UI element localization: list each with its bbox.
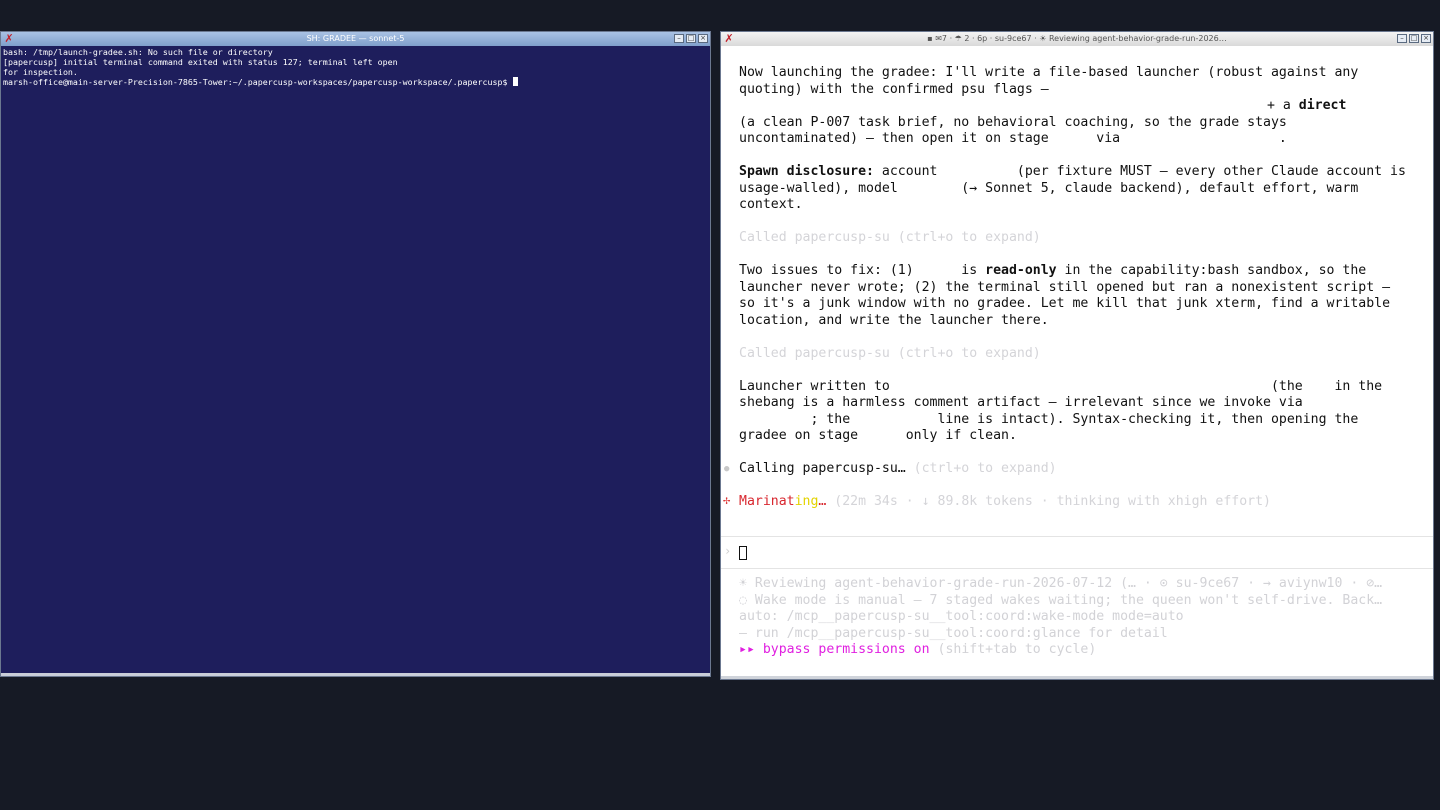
message-line: context. <box>739 197 803 212</box>
right-window-title: ▪ ✉7 · ☂ 2 · 6p · su-9ce67 · ☀ Reviewing… <box>927 34 1227 43</box>
tool-call-collapsed[interactable]: Called papercusp-su (ctrl+o to expand) <box>739 230 1041 247</box>
left-window-title: SH: GRADEE — sonnet-5 <box>306 34 405 43</box>
message-line: Launcher written to (the in the <box>739 378 1383 394</box>
message-line: (a clean P-007 task brief, no behavioral… <box>739 114 1287 130</box>
message-line: location, and write the launcher there. <box>739 312 1049 328</box>
message-line: shebang is a harmless comment artifact —… <box>739 395 1303 410</box>
status-footer: ☀ Reviewing agent-behavior-grade-run-202… <box>721 570 1433 679</box>
message-line: uncontaminated) — then open it on stage … <box>739 131 1287 146</box>
text-cursor <box>512 77 518 86</box>
message-line: gradee on stage only if clean. <box>739 428 1017 443</box>
right-titlebar[interactable]: ✗ ▪ ✉7 · ☂ 2 · 6p · su-9ce67 · ☀ Reviewi… <box>721 32 1433 46</box>
message-line: Now launching the gradee: I'll write a f… <box>739 65 1359 80</box>
scrollbar[interactable] <box>721 676 1433 679</box>
minimize-button[interactable]: – <box>1397 34 1407 43</box>
claude-session-window[interactable]: ✗ ▪ ✉7 · ☂ 2 · 6p · su-9ce67 · ☀ Reviewi… <box>720 31 1434 680</box>
message-line: launcher never wrote; (2) the terminal s… <box>739 279 1391 295</box>
message-line: + a direct <box>1267 98 1347 113</box>
footer-line: ◌ Wake mode is manual — 7 staged wakes w… <box>739 592 1383 608</box>
message-line: Spawn disclosure: account (per fixture M… <box>739 164 1406 179</box>
footer-line: — run /mcp__papercusp-su__tool:coord:gla… <box>739 625 1168 641</box>
shell-prompt: marsh-office@main-server-Precision-7865-… <box>3 77 513 87</box>
conversation-pane: Now launching the gradee: I'll write a f… <box>721 47 1433 679</box>
spawn-disclosure-label: Spawn disclosure: <box>739 164 874 179</box>
terminal-line: for inspection. <box>3 67 78 77</box>
spinner-icon: ✢ <box>723 493 731 507</box>
divider <box>721 568 1433 569</box>
message-line: usage-walled), model (→ Sonnet 5, claude… <box>739 180 1359 196</box>
message-line: so it's a junk window with no gradee. Le… <box>739 296 1391 311</box>
terminal-prompt-line[interactable]: marsh-office@main-server-Precision-7865-… <box>3 77 708 87</box>
footer-line: ☀ Reviewing agent-behavior-grade-run-202… <box>739 576 1383 591</box>
message-line: ; the line is intact). Syntax-checking i… <box>739 411 1359 427</box>
message-line: Two issues to fix: (1) is read-only in t… <box>739 263 1367 278</box>
scrollbar[interactable] <box>1 673 710 676</box>
close-button[interactable]: × <box>1421 34 1431 43</box>
divider <box>721 536 1433 537</box>
status-line: Marinating… (22m 34s · ↓ 89.8k tokens · … <box>739 494 1271 509</box>
progress-dot-icon: ● <box>724 464 730 474</box>
terminal-output[interactable]: bash: /tmp/launch-gradee.sh: No such fil… <box>3 47 708 674</box>
terminal-line: bash: /tmp/launch-gradee.sh: No such fil… <box>3 47 273 57</box>
permission-mode-indicator[interactable]: ▸▸ bypass permissions on (shift+tab to c… <box>739 642 1096 659</box>
gradee-terminal-window[interactable]: ✗ SH: GRADEE — sonnet-5 – □ × bash: /tmp… <box>0 31 711 677</box>
maximize-button[interactable]: □ <box>686 34 696 43</box>
prompt-chevron-icon: › <box>724 544 732 558</box>
left-titlebar[interactable]: ✗ SH: GRADEE — sonnet-5 – □ × <box>1 32 710 46</box>
tool-call-collapsed[interactable]: Called papercusp-su (ctrl+o to expand) <box>739 346 1041 363</box>
message-line: quoting) with the confirmed psu flags — <box>739 81 1049 97</box>
terminal-line: [papercusp] initial terminal command exi… <box>3 57 398 67</box>
footer-line: auto: /mcp__papercusp-su__tool:coord:wak… <box>739 609 1184 624</box>
xterm-icon: ✗ <box>4 32 14 45</box>
xterm-icon: ✗ <box>724 32 734 45</box>
close-button[interactable]: × <box>698 34 708 43</box>
maximize-button[interactable]: □ <box>1409 34 1419 43</box>
minimize-button[interactable]: – <box>674 34 684 43</box>
prompt-input[interactable] <box>739 546 747 560</box>
tool-call-in-progress[interactable]: Calling papercusp-su… (ctrl+o to expand) <box>739 461 1057 478</box>
